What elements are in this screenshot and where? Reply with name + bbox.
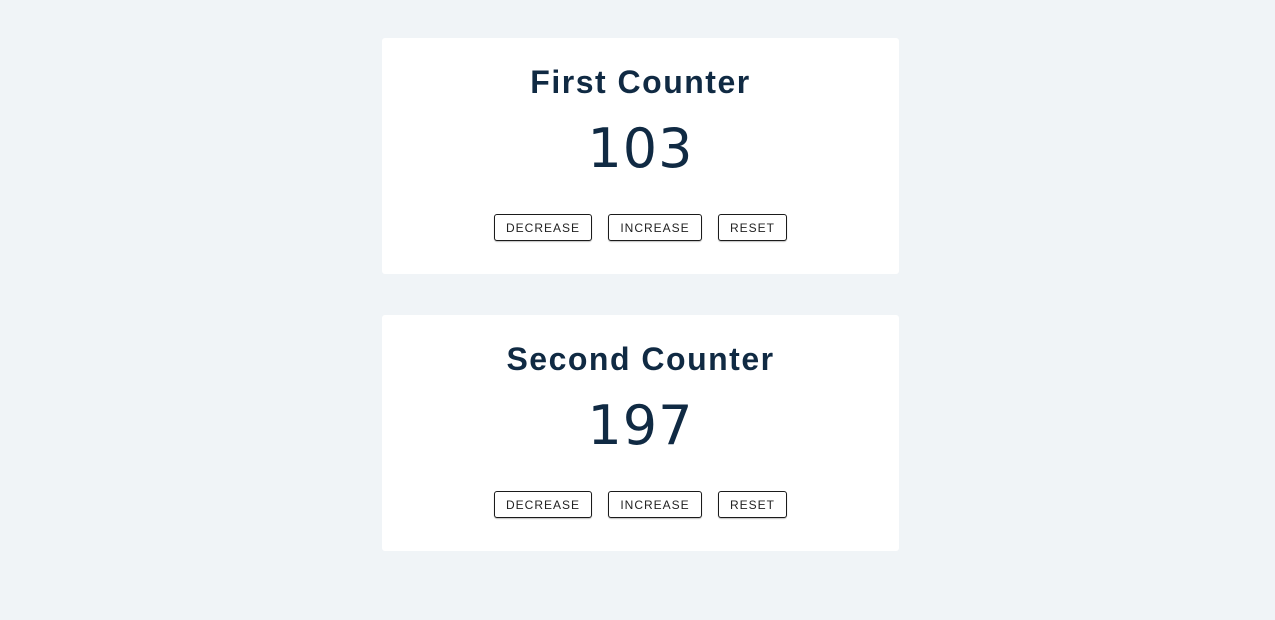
decrease-button[interactable]: DECREASE (494, 214, 592, 241)
first-counter-card: First Counter 103 DECREASE INCREASE RESE… (382, 38, 899, 274)
second-counter-card: Second Counter 197 DECREASE INCREASE RES… (382, 315, 899, 551)
counter-button-row: DECREASE INCREASE RESET (382, 491, 899, 518)
counter-title: First Counter (530, 64, 751, 100)
counter-title: Second Counter (506, 341, 775, 377)
counter-value: 103 (587, 117, 694, 180)
increase-button[interactable]: INCREASE (608, 214, 702, 241)
increase-button[interactable]: INCREASE (608, 491, 702, 518)
counters-page: First Counter 103 DECREASE INCREASE RESE… (0, 0, 1275, 620)
counter-button-row: DECREASE INCREASE RESET (382, 214, 899, 241)
reset-button[interactable]: RESET (718, 214, 787, 241)
reset-button[interactable]: RESET (718, 491, 787, 518)
decrease-button[interactable]: DECREASE (494, 491, 592, 518)
counter-value: 197 (587, 394, 694, 457)
